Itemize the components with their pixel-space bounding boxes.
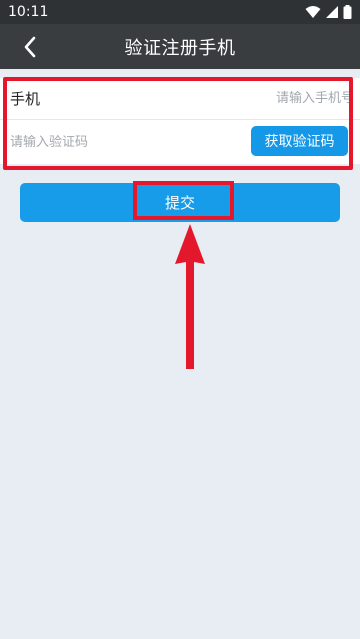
- submit-button[interactable]: 提交: [20, 183, 340, 222]
- get-code-button[interactable]: 获取验证码: [251, 126, 348, 156]
- back-button[interactable]: [12, 24, 48, 69]
- wifi-icon: [305, 6, 321, 18]
- code-row: 获取验证码: [0, 121, 360, 163]
- signal-icon: [326, 6, 338, 18]
- page-title: 验证注册手机: [124, 37, 236, 59]
- phone-row: 手机: [0, 78, 360, 120]
- phone-label: 手机: [10, 90, 41, 108]
- phone-input[interactable]: [160, 91, 360, 106]
- app-bar: 验证注册手机: [0, 24, 360, 69]
- arrow-up-icon: [175, 224, 205, 369]
- battery-icon: [343, 5, 352, 19]
- verification-form: 手机 获取验证码: [0, 78, 360, 164]
- status-icons: [305, 5, 352, 19]
- verification-code-input[interactable]: [10, 134, 210, 150]
- chevron-left-icon: [24, 36, 36, 57]
- status-time: 10:11: [8, 4, 49, 20]
- status-bar: 10:11: [0, 0, 360, 24]
